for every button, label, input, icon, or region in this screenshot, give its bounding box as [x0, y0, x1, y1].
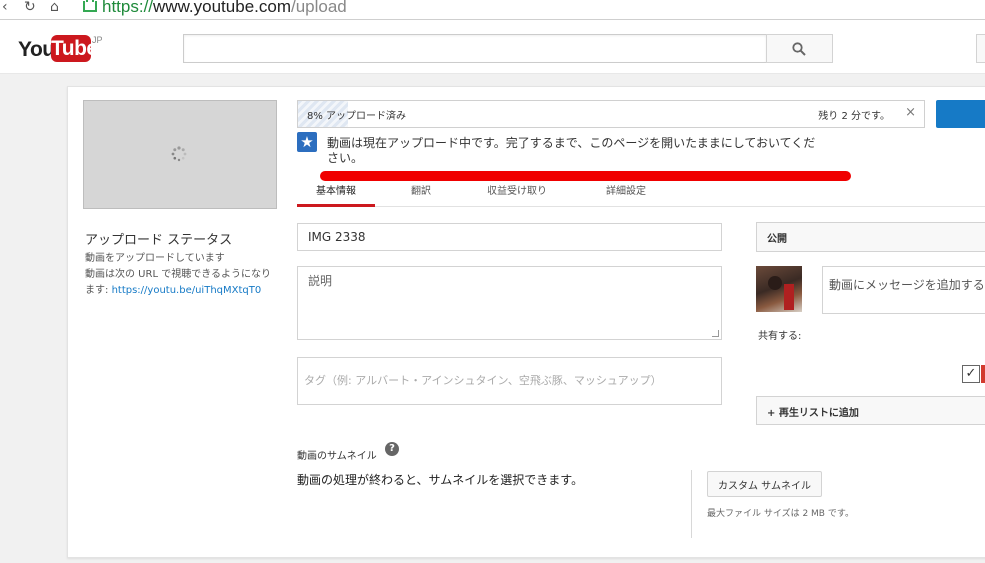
tab-translation[interactable]: 翻訳 — [401, 182, 441, 204]
title-value: IMG 2338 — [308, 230, 366, 244]
address-bar[interactable]: https://www.youtube.com/upload — [80, 0, 985, 18]
header-button-edge[interactable] — [976, 34, 985, 63]
tags-placeholder: タグ（例: アルバート・アインシュタイン、空飛ぶ豚、マッシュアップ） — [304, 374, 662, 387]
custom-thumbnail-label: カスタム サムネイル — [718, 481, 811, 492]
privacy-select[interactable]: 公開 — [756, 222, 985, 252]
search-icon — [792, 42, 806, 56]
loading-spinner-icon — [171, 146, 187, 162]
upload-status-title: アップロード ステータス — [85, 233, 233, 248]
upload-progress-bar: 8% アップロード済み 残り 2 分です。 × — [297, 100, 925, 128]
url-text: https://www.youtube.com/upload — [102, 0, 347, 16]
tab-advanced-settings[interactable]: 詳細設定 — [593, 182, 659, 204]
divider — [691, 470, 692, 538]
title-input[interactable]: IMG 2338 — [297, 223, 722, 251]
upload-remaining-label: 残り 2 分です。 — [818, 111, 890, 122]
share-service-icon[interactable] — [981, 365, 985, 383]
star-icon: ★ — [297, 132, 317, 152]
resize-handle-icon[interactable] — [712, 330, 719, 337]
upload-url-info: 動画は次の URL で視聴できるようになります: https://youtu.b… — [85, 267, 280, 299]
browser-toolbar: ‹ ↻ ⌂ https://www.youtube.com/upload — [0, 0, 985, 20]
help-icon[interactable]: ? — [385, 442, 399, 456]
tab-monetization[interactable]: 収益受け取り — [477, 182, 557, 204]
share-label: 共有する: — [758, 331, 802, 342]
description-input[interactable]: 説明 — [297, 266, 722, 340]
search-button[interactable] — [766, 34, 833, 63]
share-message-placeholder: 動画にメッセージを追加する — [829, 278, 985, 292]
upload-progress-label: 8% アップロード済み — [307, 111, 407, 122]
reload-icon[interactable]: ↻ — [24, 0, 36, 14]
upload-url-link[interactable]: https://youtu.be/uiThqMXtqT0 — [112, 285, 262, 296]
back-icon[interactable]: ‹ — [2, 0, 8, 14]
tags-input[interactable]: タグ（例: アルバート・アインシュタイン、空飛ぶ豚、マッシュアップ） — [297, 357, 722, 405]
thumbnail-heading: 動画のサムネイル — [297, 451, 377, 462]
add-to-playlist-label: + 再生リストに追加 — [767, 408, 859, 419]
avatar — [756, 266, 802, 312]
publish-button[interactable] — [936, 100, 985, 128]
youtube-logo-text[interactable]: You — [18, 38, 55, 62]
share-message-input[interactable]: 動画にメッセージを追加する — [822, 266, 985, 314]
lock-icon — [83, 0, 97, 12]
tab-basic-info[interactable]: 基本情報 — [297, 182, 375, 207]
description-placeholder: 説明 — [308, 274, 333, 288]
add-to-playlist-button[interactable]: + 再生リストに追加 — [756, 396, 985, 425]
tab-bar: 基本情報 翻訳 収益受け取り 詳細設定 — [297, 180, 985, 207]
upload-status-subtitle: 動画をアップロードしています — [85, 253, 225, 264]
close-icon[interactable]: × — [905, 106, 916, 119]
thumbnail-note: 動画の処理が終わると、サムネイルを選択できます。 — [297, 473, 584, 487]
youtube-logo-badge[interactable]: Tube — [51, 35, 98, 62]
privacy-value: 公開 — [767, 234, 787, 245]
home-icon[interactable]: ⌂ — [50, 0, 59, 14]
search-input[interactable] — [183, 34, 767, 63]
share-checkbox[interactable]: ✓ — [962, 365, 980, 383]
custom-thumbnail-button[interactable]: カスタム サムネイル — [707, 471, 822, 497]
region-label: JP — [92, 35, 103, 45]
max-file-size-note: 最大ファイル サイズは 2 MB です。 — [707, 509, 854, 519]
upload-notice: 動画は現在アップロード中です。完了するまで、このページを開いたままにしておいてく… — [327, 136, 816, 165]
